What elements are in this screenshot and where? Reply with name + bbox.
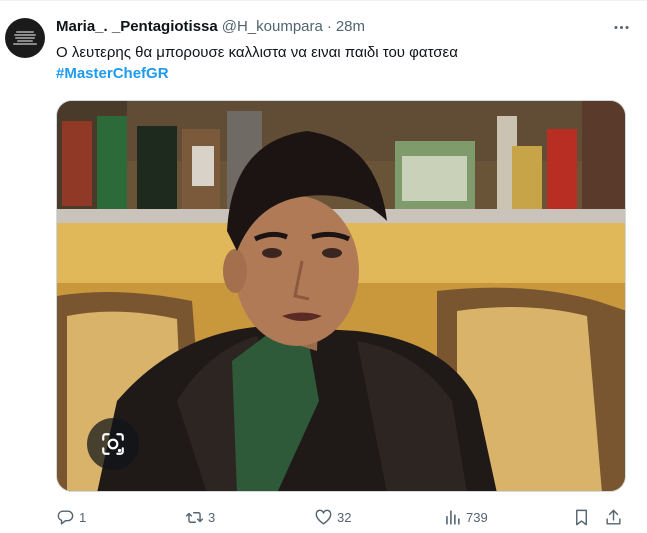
separator-dot: · bbox=[326, 18, 332, 35]
views-count: 739 bbox=[466, 509, 488, 525]
reply-count: 1 bbox=[79, 509, 87, 525]
reply-button[interactable]: 1 bbox=[56, 506, 86, 528]
reply-icon bbox=[57, 509, 74, 525]
retweet-count: 3 bbox=[208, 509, 216, 525]
retweet-icon bbox=[185, 511, 204, 523]
user-handle[interactable]: @H_koumpara bbox=[222, 17, 323, 37]
media-image[interactable] bbox=[56, 100, 626, 492]
share-button[interactable] bbox=[604, 506, 623, 528]
more-button[interactable] bbox=[606, 14, 636, 40]
lens-icon bbox=[102, 433, 124, 455]
hashtag-link[interactable]: #MasterChefGR bbox=[56, 64, 169, 84]
like-button[interactable]: 32 bbox=[314, 506, 351, 528]
photo-scene bbox=[57, 101, 625, 491]
like-count: 32 bbox=[337, 509, 352, 525]
tweet-header: Maria_. _Pentagiotissa @H_koumpara · 28m bbox=[56, 17, 365, 37]
retweet-button[interactable]: 3 bbox=[185, 506, 215, 528]
bookmark-button[interactable] bbox=[572, 506, 591, 528]
display-name[interactable]: Maria_. _Pentagiotissa bbox=[56, 17, 218, 37]
lens-button[interactable] bbox=[87, 418, 139, 470]
like-icon bbox=[315, 509, 332, 525]
tweet-text: Ο λευτερης θα μπορουσε καλλιστα να ειναι… bbox=[56, 44, 458, 61]
avatar-image bbox=[13, 31, 37, 45]
more-icon bbox=[613, 25, 629, 29]
share-icon bbox=[606, 509, 621, 525]
views-button[interactable]: 739 bbox=[443, 506, 488, 528]
timestamp[interactable]: 28m bbox=[336, 17, 365, 37]
action-bar: 1 3 32 739 bbox=[56, 506, 626, 528]
views-icon bbox=[446, 509, 460, 525]
top-divider bbox=[0, 0, 647, 1]
avatar[interactable] bbox=[5, 18, 45, 58]
bookmark-icon bbox=[576, 509, 587, 525]
